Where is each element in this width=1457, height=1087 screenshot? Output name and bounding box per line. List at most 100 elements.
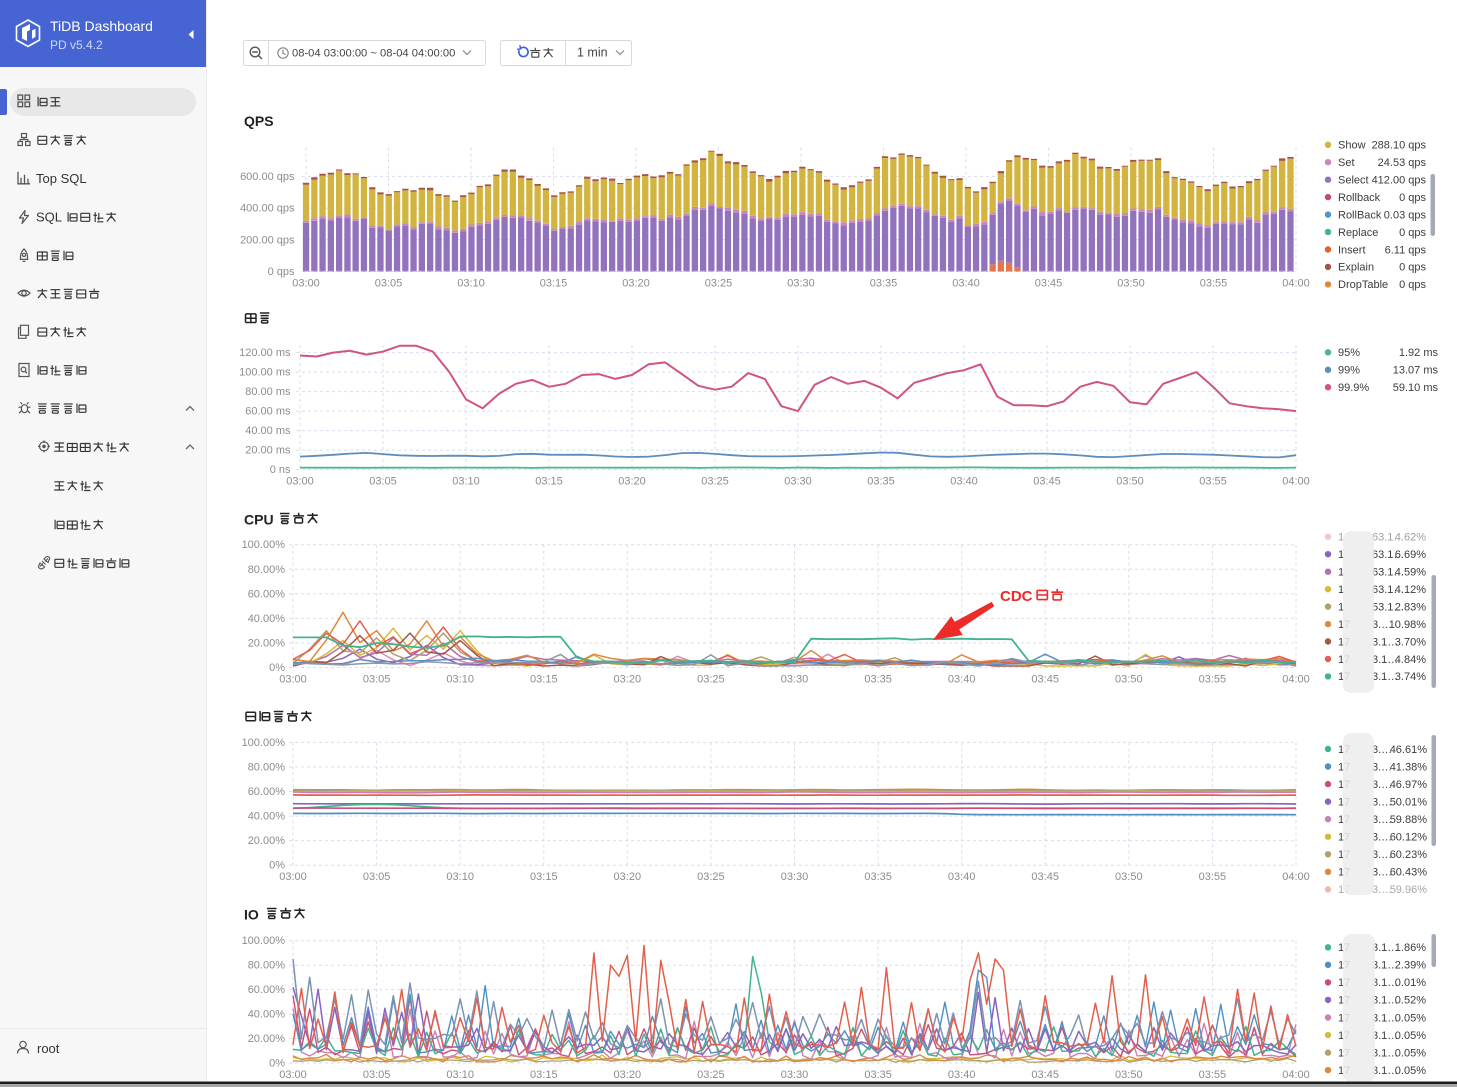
svg-text:03:05: 03:05 xyxy=(363,871,391,883)
svg-text:03:15: 03:15 xyxy=(530,674,558,686)
svg-text:Set: Set xyxy=(1338,157,1355,169)
svg-text:03:30: 03:30 xyxy=(784,476,812,488)
svg-text:60.00%: 60.00% xyxy=(248,984,286,996)
svg-text:03:20: 03:20 xyxy=(614,871,642,883)
svg-text:3.70%: 3.70% xyxy=(1395,636,1426,648)
svg-text:41.38%: 41.38% xyxy=(1390,761,1428,773)
svg-text:03:10: 03:10 xyxy=(457,278,485,290)
svg-text:1 min: 1 min xyxy=(577,46,608,60)
svg-text:04:00: 04:00 xyxy=(1282,871,1310,883)
svg-text:99.9%: 99.9% xyxy=(1338,382,1369,394)
svg-text:20.00%: 20.00% xyxy=(248,637,286,649)
svg-text:03:40: 03:40 xyxy=(948,674,976,686)
svg-text:03:20: 03:20 xyxy=(614,1069,642,1081)
svg-text:Insert: Insert xyxy=(1338,244,1366,256)
svg-text:03:10: 03:10 xyxy=(452,476,480,488)
svg-text:03:40: 03:40 xyxy=(950,476,978,488)
svg-text:03:25: 03:25 xyxy=(697,674,725,686)
svg-text:0.52%: 0.52% xyxy=(1395,995,1426,1007)
svg-text:4.12%: 4.12% xyxy=(1395,584,1426,596)
svg-text:80.00%: 80.00% xyxy=(248,960,286,972)
svg-text:08-04 03:00:00 ~ 08-04 04:00:0: 08-04 03:00:00 ~ 08-04 04:00:00 xyxy=(292,48,455,60)
svg-text:0.03 qps: 0.03 qps xyxy=(1384,209,1427,221)
svg-text:root: root xyxy=(37,1041,60,1056)
svg-text:60.23%: 60.23% xyxy=(1390,849,1428,861)
svg-text:600.00 qps: 600.00 qps xyxy=(240,171,295,183)
svg-text:03:45: 03:45 xyxy=(1031,674,1059,686)
svg-text:10.98%: 10.98% xyxy=(1389,619,1427,631)
svg-text:CDC: CDC xyxy=(1000,588,1033,605)
svg-text:03:00: 03:00 xyxy=(279,871,307,883)
svg-text:CPU: CPU xyxy=(244,512,274,528)
svg-text:120.00 ms: 120.00 ms xyxy=(239,347,291,359)
svg-text:0.01%: 0.01% xyxy=(1395,977,1426,989)
svg-text:03:05: 03:05 xyxy=(369,476,397,488)
svg-text:200.00 qps: 200.00 qps xyxy=(240,234,295,246)
svg-text:0 qps: 0 qps xyxy=(1399,192,1426,204)
svg-text:60.00%: 60.00% xyxy=(248,588,286,600)
svg-text:40.00%: 40.00% xyxy=(248,811,286,823)
svg-text:4.84%: 4.84% xyxy=(1395,654,1426,666)
svg-text:2.39%: 2.39% xyxy=(1395,960,1426,972)
svg-text:03:45: 03:45 xyxy=(1035,278,1063,290)
svg-text:40.00%: 40.00% xyxy=(248,1009,286,1021)
svg-text:20.00%: 20.00% xyxy=(248,835,286,847)
svg-text:412.00 qps: 412.00 qps xyxy=(1372,175,1427,187)
svg-text:60.00 ms: 60.00 ms xyxy=(245,406,291,418)
svg-text:13.07 ms: 13.07 ms xyxy=(1393,365,1439,377)
svg-text:03:50: 03:50 xyxy=(1117,278,1145,290)
svg-text:Top SQL: Top SQL xyxy=(36,171,87,186)
svg-text:0 ns: 0 ns xyxy=(270,464,291,476)
svg-text:100.00%: 100.00% xyxy=(242,737,286,749)
svg-text:03:40: 03:40 xyxy=(948,1069,976,1081)
svg-text:04:00: 04:00 xyxy=(1282,278,1310,290)
svg-text:Show: Show xyxy=(1338,140,1366,152)
svg-text:03:15: 03:15 xyxy=(530,1069,558,1081)
svg-text:4.59%: 4.59% xyxy=(1395,567,1426,579)
svg-text:50.01%: 50.01% xyxy=(1390,796,1428,808)
svg-text:0 qps: 0 qps xyxy=(1399,262,1426,274)
svg-text:400.00 qps: 400.00 qps xyxy=(240,203,295,215)
svg-text:59.10 ms: 59.10 ms xyxy=(1393,382,1439,394)
svg-text:TiDB Dashboard: TiDB Dashboard xyxy=(50,18,153,34)
svg-text:1.92 ms: 1.92 ms xyxy=(1399,347,1439,359)
svg-text:6.69%: 6.69% xyxy=(1395,549,1426,561)
svg-text:03:40: 03:40 xyxy=(952,278,980,290)
svg-text:0 qps: 0 qps xyxy=(1399,279,1426,291)
svg-text:03:10: 03:10 xyxy=(446,871,474,883)
svg-text:03:25: 03:25 xyxy=(705,278,733,290)
svg-text:Explain: Explain xyxy=(1338,262,1374,274)
svg-text:0.05%: 0.05% xyxy=(1395,1030,1426,1042)
svg-text:IO: IO xyxy=(244,907,259,923)
svg-text:99%: 99% xyxy=(1338,365,1360,377)
svg-text:03:05: 03:05 xyxy=(363,1069,391,1081)
svg-text:03:30: 03:30 xyxy=(787,278,815,290)
svg-text:03:50: 03:50 xyxy=(1115,674,1143,686)
svg-text:0%: 0% xyxy=(269,1058,285,1070)
svg-text:04:00: 04:00 xyxy=(1282,1069,1310,1081)
svg-text:0%: 0% xyxy=(269,662,285,674)
svg-text:03:50: 03:50 xyxy=(1115,871,1143,883)
svg-text:DropTable: DropTable xyxy=(1338,279,1388,291)
svg-text:03:35: 03:35 xyxy=(870,278,898,290)
svg-text:03:45: 03:45 xyxy=(1031,871,1059,883)
svg-text:60.00%: 60.00% xyxy=(248,786,286,798)
svg-text:03:25: 03:25 xyxy=(697,871,725,883)
svg-text:20.00%: 20.00% xyxy=(248,1033,286,1045)
svg-text:0.05%: 0.05% xyxy=(1395,1047,1426,1059)
svg-text:59.88%: 59.88% xyxy=(1390,814,1428,826)
svg-text:95%: 95% xyxy=(1338,347,1360,359)
svg-text:100.00%: 100.00% xyxy=(242,539,286,551)
svg-text:4.62%: 4.62% xyxy=(1395,532,1426,544)
svg-text:03:15: 03:15 xyxy=(535,476,563,488)
svg-text:03:50: 03:50 xyxy=(1116,476,1144,488)
svg-text:0 qps: 0 qps xyxy=(1399,227,1426,239)
svg-text:04:00: 04:00 xyxy=(1282,674,1310,686)
svg-text:60.43%: 60.43% xyxy=(1390,867,1428,879)
svg-text:03:30: 03:30 xyxy=(781,1069,809,1081)
svg-text:0 qps: 0 qps xyxy=(268,266,295,278)
svg-text:03:40: 03:40 xyxy=(948,871,976,883)
svg-text:03:25: 03:25 xyxy=(701,476,729,488)
svg-text:03:05: 03:05 xyxy=(375,278,403,290)
svg-text:03:20: 03:20 xyxy=(618,476,646,488)
